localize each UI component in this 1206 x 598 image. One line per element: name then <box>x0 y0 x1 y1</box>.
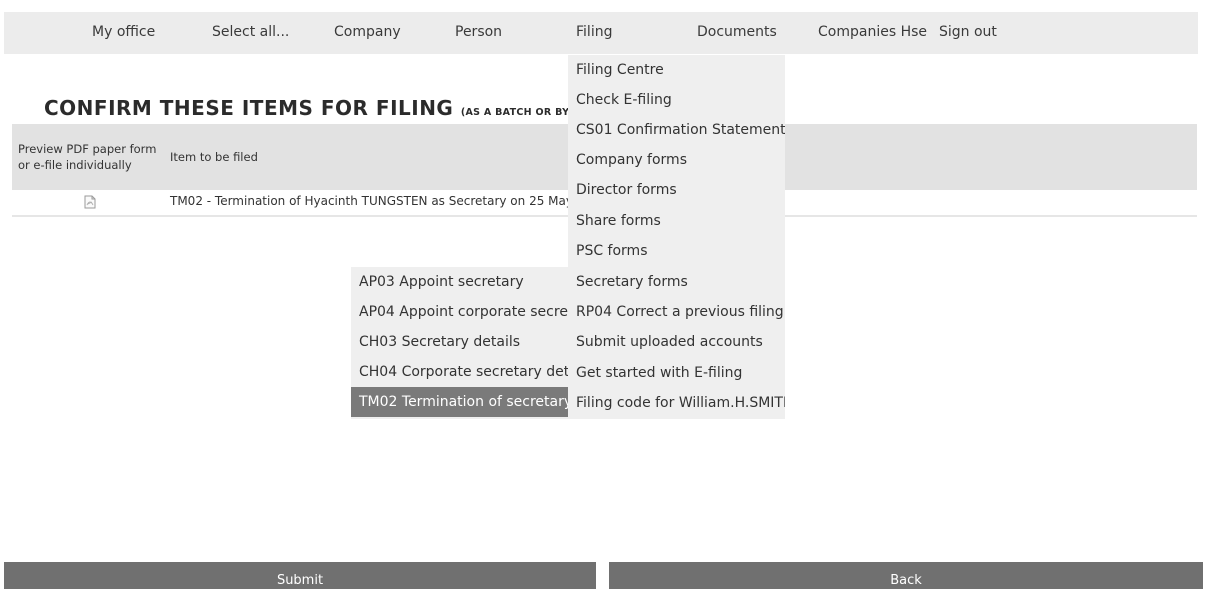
back-button[interactable]: Back <box>609 562 1203 589</box>
menu-item-rp04[interactable]: RP04 Correct a previous filing <box>576 304 784 320</box>
nav-filing[interactable]: Filing <box>576 12 612 54</box>
nav-companies-hse[interactable]: Companies Hse <box>818 12 927 54</box>
menu-item-psc-forms[interactable]: PSC forms <box>576 243 648 259</box>
nav-select-all[interactable]: Select all... <box>212 12 289 54</box>
pdf-icon[interactable] <box>83 194 97 209</box>
submit-button[interactable]: Submit <box>4 562 596 589</box>
page-title: CONFIRM THESE ITEMS FOR FILING (AS A BAT… <box>44 96 632 120</box>
nav-person[interactable]: Person <box>455 12 502 54</box>
submenu-item-ch03[interactable]: CH03 Secretary details <box>351 327 568 357</box>
menu-item-filing-centre[interactable]: Filing Centre <box>576 62 664 78</box>
top-nav-bar: My office Select all... Company Person F… <box>4 12 1198 54</box>
menu-item-share-forms[interactable]: Share forms <box>576 213 661 229</box>
filing-dropdown-menu: Filing Centre Check E-filing CS01 Confir… <box>568 55 785 419</box>
menu-item-director-forms[interactable]: Director forms <box>576 182 677 198</box>
submenu-item-ap03[interactable]: AP03 Appoint secretary <box>351 267 568 297</box>
nav-my-office[interactable]: My office <box>92 12 155 54</box>
item-to-be-filed: TM02 - Termination of Hyacinth TUNGSTEN … <box>170 194 573 208</box>
nav-documents[interactable]: Documents <box>697 12 777 54</box>
submenu-item-ch04[interactable]: CH04 Corporate secretary details <box>351 357 568 387</box>
menu-item-secretary-forms[interactable]: Secretary forms <box>576 274 688 290</box>
secretary-forms-submenu: AP03 Appoint secretary AP04 Appoint corp… <box>351 267 568 419</box>
menu-item-filing-code[interactable]: Filing code for William.H.SMITH <box>576 395 785 411</box>
menu-item-get-started[interactable]: Get started with E-filing <box>576 365 742 381</box>
nav-company[interactable]: Company <box>334 12 401 54</box>
menu-item-submit-accounts[interactable]: Submit uploaded accounts <box>576 334 763 350</box>
column-header-preview: Preview PDF paper form or e-file individ… <box>18 142 157 172</box>
column-header-item: Item to be filed <box>170 150 258 164</box>
nav-sign-out[interactable]: Sign out <box>939 12 997 54</box>
submenu-item-ap04[interactable]: AP04 Appoint corporate secretary <box>351 297 568 327</box>
menu-item-cs01[interactable]: CS01 Confirmation Statement <box>576 122 785 138</box>
submenu-item-tm02[interactable]: TM02 Termination of secretary <box>351 387 568 417</box>
menu-item-check-efiling[interactable]: Check E-filing <box>576 92 672 108</box>
page-title-main: CONFIRM THESE ITEMS FOR FILING <box>44 96 454 120</box>
menu-item-company-forms[interactable]: Company forms <box>576 152 687 168</box>
